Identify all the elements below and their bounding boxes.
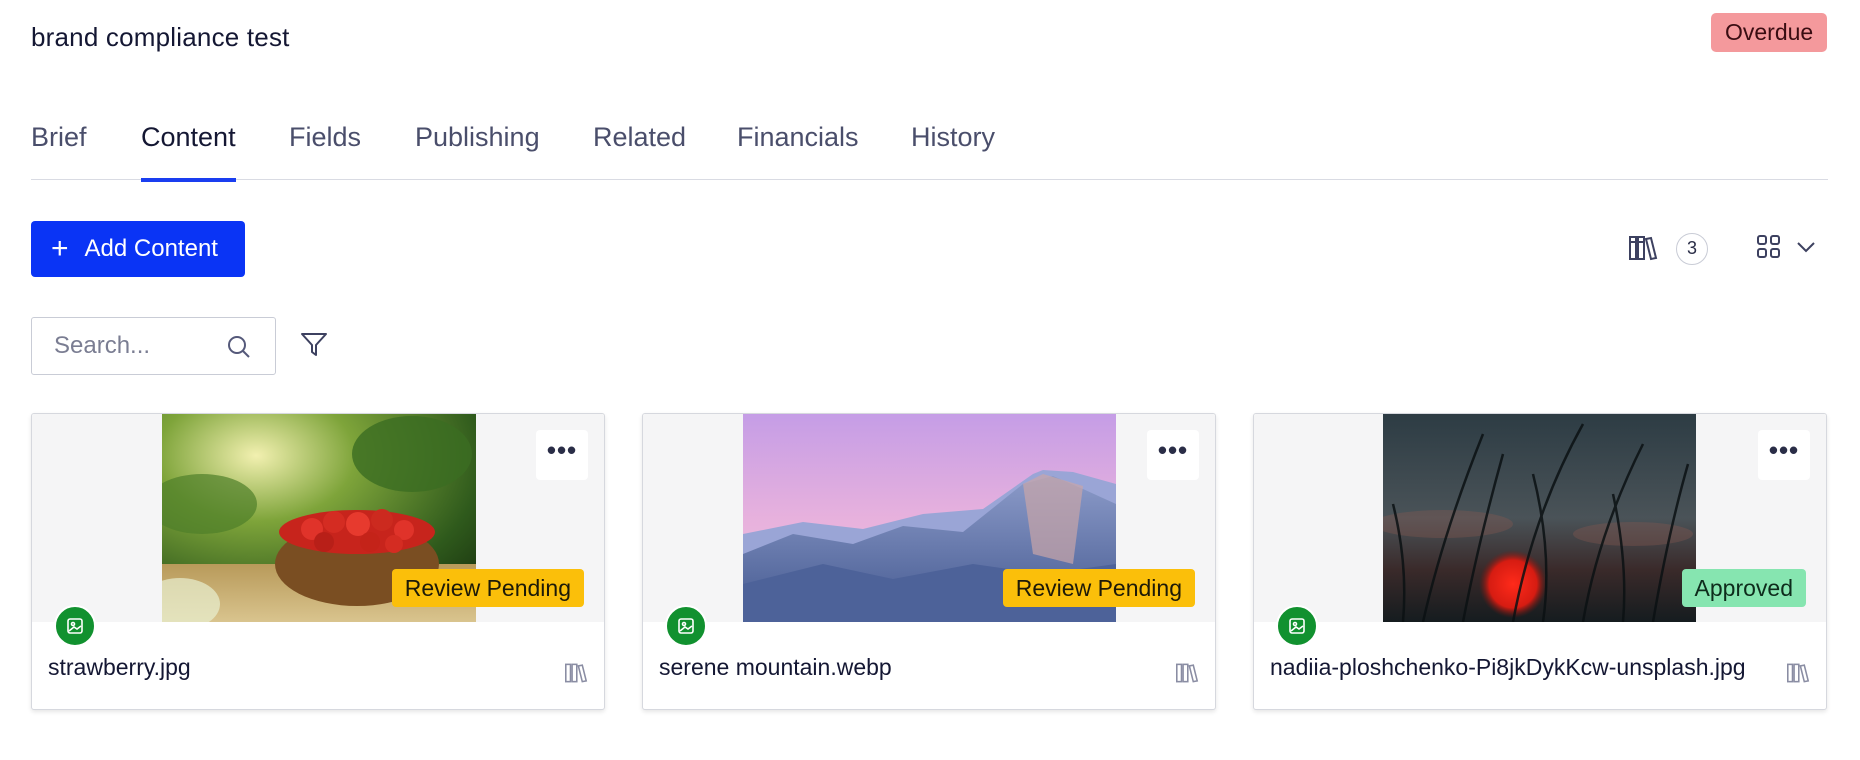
more-options-button[interactable]: ••• bbox=[536, 430, 588, 480]
more-options-button[interactable]: ••• bbox=[1758, 430, 1810, 480]
thumbnail-area: ••• Review Pending bbox=[32, 414, 604, 622]
content-card[interactable]: ••• Approved nadiia-ploshchenko-Pi8jkDyk… bbox=[1253, 413, 1827, 710]
search-icon[interactable] bbox=[226, 334, 252, 365]
page-title: brand compliance test bbox=[31, 22, 290, 52]
content-card[interactable]: ••• Review Pending strawberry.jpg bbox=[31, 413, 605, 710]
plus-icon: + bbox=[51, 232, 69, 265]
file-name[interactable]: nadiia-ploshchenko-Pi8jkDykKcw-unsplash.… bbox=[1270, 654, 1775, 681]
tab-history[interactable]: History bbox=[911, 122, 995, 180]
chevron-down-icon bbox=[1796, 240, 1816, 259]
tab-fields[interactable]: Fields bbox=[289, 122, 361, 180]
library-books-icon[interactable] bbox=[564, 662, 588, 689]
tab-brief[interactable]: Brief bbox=[31, 122, 87, 180]
library-books-icon[interactable] bbox=[1786, 662, 1810, 689]
sunset-grass-thumbnail bbox=[1383, 414, 1696, 622]
tab-related[interactable]: Related bbox=[593, 122, 686, 180]
library-count-badge: 3 bbox=[1676, 233, 1708, 265]
tab-publishing[interactable]: Publishing bbox=[415, 122, 540, 180]
file-name[interactable]: strawberry.jpg bbox=[48, 654, 553, 681]
library-books-icon[interactable] bbox=[1175, 662, 1199, 689]
grid-view-icon bbox=[1756, 234, 1782, 265]
tab-bar: Brief Content Fields Publishing Related … bbox=[31, 122, 1828, 182]
image-type-icon bbox=[1276, 605, 1318, 647]
library-books-icon[interactable] bbox=[1628, 234, 1658, 267]
add-content-label: Add Content bbox=[84, 235, 218, 262]
thumbnail-area: ••• Review Pending bbox=[643, 414, 1215, 622]
tab-content[interactable]: Content bbox=[141, 122, 236, 182]
content-card[interactable]: ••• Review Pending serene mountain.webp bbox=[642, 413, 1216, 710]
add-content-button[interactable]: + Add Content bbox=[31, 221, 245, 277]
view-mode-dropdown[interactable] bbox=[1756, 234, 1816, 265]
image-type-icon bbox=[54, 605, 96, 647]
filter-icon[interactable] bbox=[299, 330, 329, 365]
image-type-icon bbox=[665, 605, 707, 647]
status-badge: Review Pending bbox=[391, 569, 584, 607]
file-name[interactable]: serene mountain.webp bbox=[659, 654, 1164, 681]
search-input[interactable] bbox=[32, 318, 232, 373]
search-box bbox=[31, 317, 276, 375]
tab-financials[interactable]: Financials bbox=[737, 122, 859, 180]
thumbnail-area: ••• Approved bbox=[1254, 414, 1826, 622]
more-options-button[interactable]: ••• bbox=[1147, 430, 1199, 480]
status-badge: Approved bbox=[1681, 569, 1806, 607]
status-badge: Review Pending bbox=[1002, 569, 1195, 607]
status-badge: Overdue bbox=[1711, 13, 1828, 52]
